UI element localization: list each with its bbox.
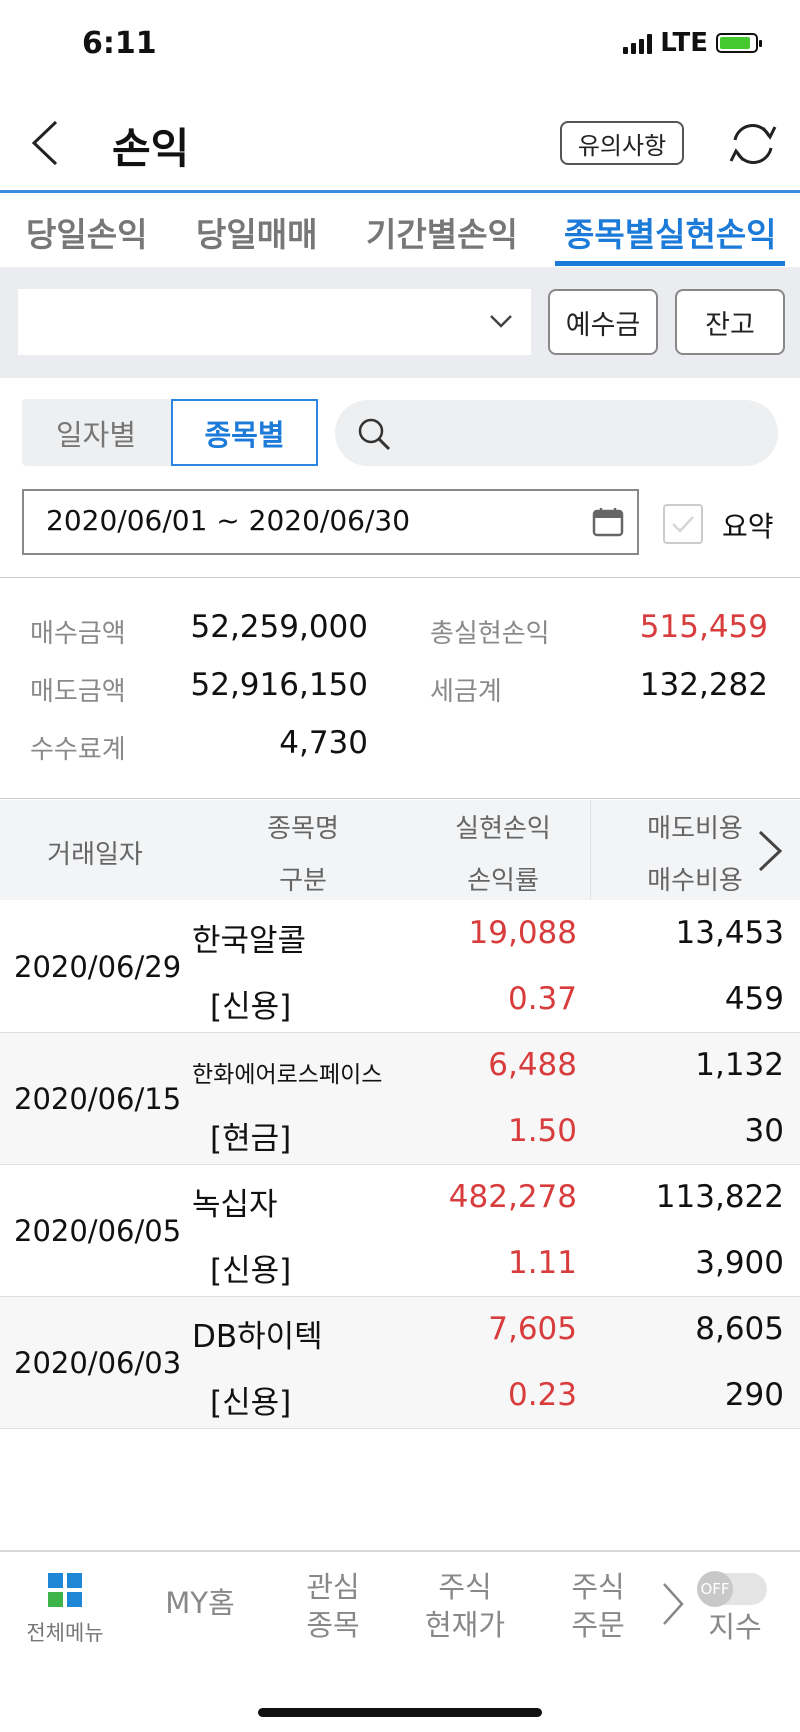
date-range-text: 2020/06/01 ~ 2020/06/30 xyxy=(46,504,411,537)
page-title: 손익 xyxy=(112,124,190,173)
search-icon xyxy=(358,418,391,451)
buy-amount-value: 52,259,000 xyxy=(190,609,369,645)
tax-value: 132,282 xyxy=(639,667,768,703)
row-pnl-rate: 0.23 xyxy=(507,1377,577,1413)
row-sell-cost: 8,605 xyxy=(695,1311,784,1347)
tab-daily-pnl[interactable]: 당일손익 xyxy=(26,208,147,256)
header-type: 구분 xyxy=(279,866,327,896)
header-buy-cost: 매수비용 xyxy=(647,866,743,896)
notice-button[interactable]: 유의사항 xyxy=(560,121,684,165)
row-type: [신용] xyxy=(210,1253,292,1289)
row-buy-cost: 30 xyxy=(744,1113,784,1149)
fee-label: 수수료계 xyxy=(30,735,126,765)
nav-watchlist-line1: 관심 xyxy=(306,1570,360,1604)
network-label: LTE xyxy=(660,28,708,58)
deposit-button[interactable]: 예수금 xyxy=(548,289,658,355)
header-date: 거래일자 xyxy=(47,840,143,870)
account-select[interactable] xyxy=(18,289,531,355)
row-stock-name: 한국알콜 xyxy=(192,923,307,959)
summary-label: 요약 xyxy=(722,510,774,543)
header-rate: 손익률 xyxy=(467,866,539,896)
nav-all-menu[interactable]: 전체메뉴 xyxy=(10,1614,120,1652)
home-indicator xyxy=(258,1708,542,1717)
row-pnl-rate: 1.11 xyxy=(507,1245,577,1281)
refresh-icon[interactable] xyxy=(725,116,781,172)
nav-stock-price-line2: 현재가 xyxy=(424,1608,506,1642)
buy-amount-label: 매수금액 xyxy=(30,619,126,649)
nav-stock-order[interactable]: 주식 주문 xyxy=(543,1568,653,1644)
active-tab-indicator xyxy=(555,261,785,266)
fee-value: 4,730 xyxy=(279,725,368,761)
bottom-nav-divider xyxy=(0,1550,800,1552)
row-realized-pnl: 19,088 xyxy=(468,915,577,951)
row-realized-pnl: 6,488 xyxy=(488,1047,577,1083)
header-pnl: 실현손익 xyxy=(455,814,551,844)
nav-stock-order-line1: 주식 xyxy=(571,1570,625,1604)
nav-my-home[interactable]: MY홈 xyxy=(145,1584,255,1622)
summary-checkbox[interactable] xyxy=(663,504,703,544)
battery-icon xyxy=(716,33,762,53)
tab-daily-trades[interactable]: 당일매매 xyxy=(196,208,317,256)
search-input[interactable] xyxy=(335,400,778,466)
row-type: [현금] xyxy=(210,1121,292,1157)
row-stock-name: 녹십자 xyxy=(192,1187,278,1223)
row-realized-pnl: 482,278 xyxy=(448,1179,577,1215)
total-pnl-label: 총실현손익 xyxy=(430,619,550,649)
header-sell-cost: 매도비용 xyxy=(647,814,743,844)
row-buy-cost: 290 xyxy=(724,1377,784,1413)
nav-stock-order-line2: 주문 xyxy=(571,1608,625,1642)
row-type: [신용] xyxy=(210,1385,292,1421)
section-divider xyxy=(0,577,800,578)
row-stock-name: 한화에어로스페이스 xyxy=(192,1062,383,1088)
nav-stock-price[interactable]: 주식 현재가 xyxy=(410,1568,520,1644)
row-sell-cost: 1,132 xyxy=(695,1047,784,1083)
nav-watchlist[interactable]: 관심 종목 xyxy=(278,1568,388,1644)
status-time: 6:11 xyxy=(82,26,157,61)
section-divider xyxy=(0,798,800,799)
tab-period-pnl[interactable]: 기간별손익 xyxy=(366,208,518,256)
sell-amount-label: 매도금액 xyxy=(30,677,126,707)
table-row[interactable]: 2020/06/15 한화에어로스페이스 [현금] 6,488 1.50 1,1… xyxy=(0,1033,800,1165)
balance-button[interactable]: 잔고 xyxy=(675,289,785,355)
row-type: [신용] xyxy=(210,989,292,1025)
total-pnl-value: 515,459 xyxy=(639,609,768,645)
back-arrow-icon[interactable] xyxy=(26,118,66,168)
chevron-right-icon[interactable] xyxy=(752,826,788,876)
row-pnl-rate: 1.50 xyxy=(507,1113,577,1149)
nav-index[interactable]: 지수 xyxy=(680,1608,790,1646)
row-pnl-rate: 0.37 xyxy=(507,981,577,1017)
segment-by-date[interactable]: 일자별 xyxy=(22,399,170,466)
nav-stock-price-line1: 주식 xyxy=(438,1570,492,1604)
toggle-knob: OFF xyxy=(697,1571,733,1607)
row-sell-cost: 13,453 xyxy=(675,915,784,951)
chevron-down-icon xyxy=(490,315,512,328)
row-stock-name: DB하이텍 xyxy=(192,1319,323,1355)
table-row[interactable]: 2020/06/03 DB하이텍 [신용] 7,605 0.23 8,605 2… xyxy=(0,1297,800,1429)
calendar-icon[interactable] xyxy=(592,506,624,538)
row-date: 2020/06/05 xyxy=(14,1214,182,1248)
row-sell-cost: 113,822 xyxy=(655,1179,784,1215)
header-divider xyxy=(0,190,800,193)
table-row[interactable]: 2020/06/29 한국알콜 [신용] 19,088 0.37 13,453 … xyxy=(0,901,800,1033)
row-date: 2020/06/15 xyxy=(14,1082,182,1116)
table-row[interactable]: 2020/06/05 녹십자 [신용] 482,278 1.11 113,822… xyxy=(0,1165,800,1297)
row-date: 2020/06/03 xyxy=(14,1346,182,1380)
header-column-divider xyxy=(590,800,591,900)
row-buy-cost: 459 xyxy=(724,981,784,1017)
segment-by-stock[interactable]: 종목별 xyxy=(171,399,318,466)
header-name: 종목명 xyxy=(267,814,339,844)
status-indicators: LTE xyxy=(623,28,762,58)
row-buy-cost: 3,900 xyxy=(695,1245,784,1281)
signal-icon xyxy=(623,32,653,54)
sell-amount-value: 52,916,150 xyxy=(190,667,369,703)
tax-label: 세금계 xyxy=(430,677,502,707)
check-icon xyxy=(672,516,694,533)
row-date: 2020/06/29 xyxy=(14,950,182,984)
grid-menu-icon[interactable] xyxy=(48,1573,82,1607)
row-realized-pnl: 7,605 xyxy=(488,1311,577,1347)
index-toggle[interactable]: OFF xyxy=(697,1571,767,1607)
tab-stock-realized-pnl[interactable]: 종목별실현손익 xyxy=(564,208,777,256)
nav-watchlist-line2: 종목 xyxy=(306,1608,360,1642)
